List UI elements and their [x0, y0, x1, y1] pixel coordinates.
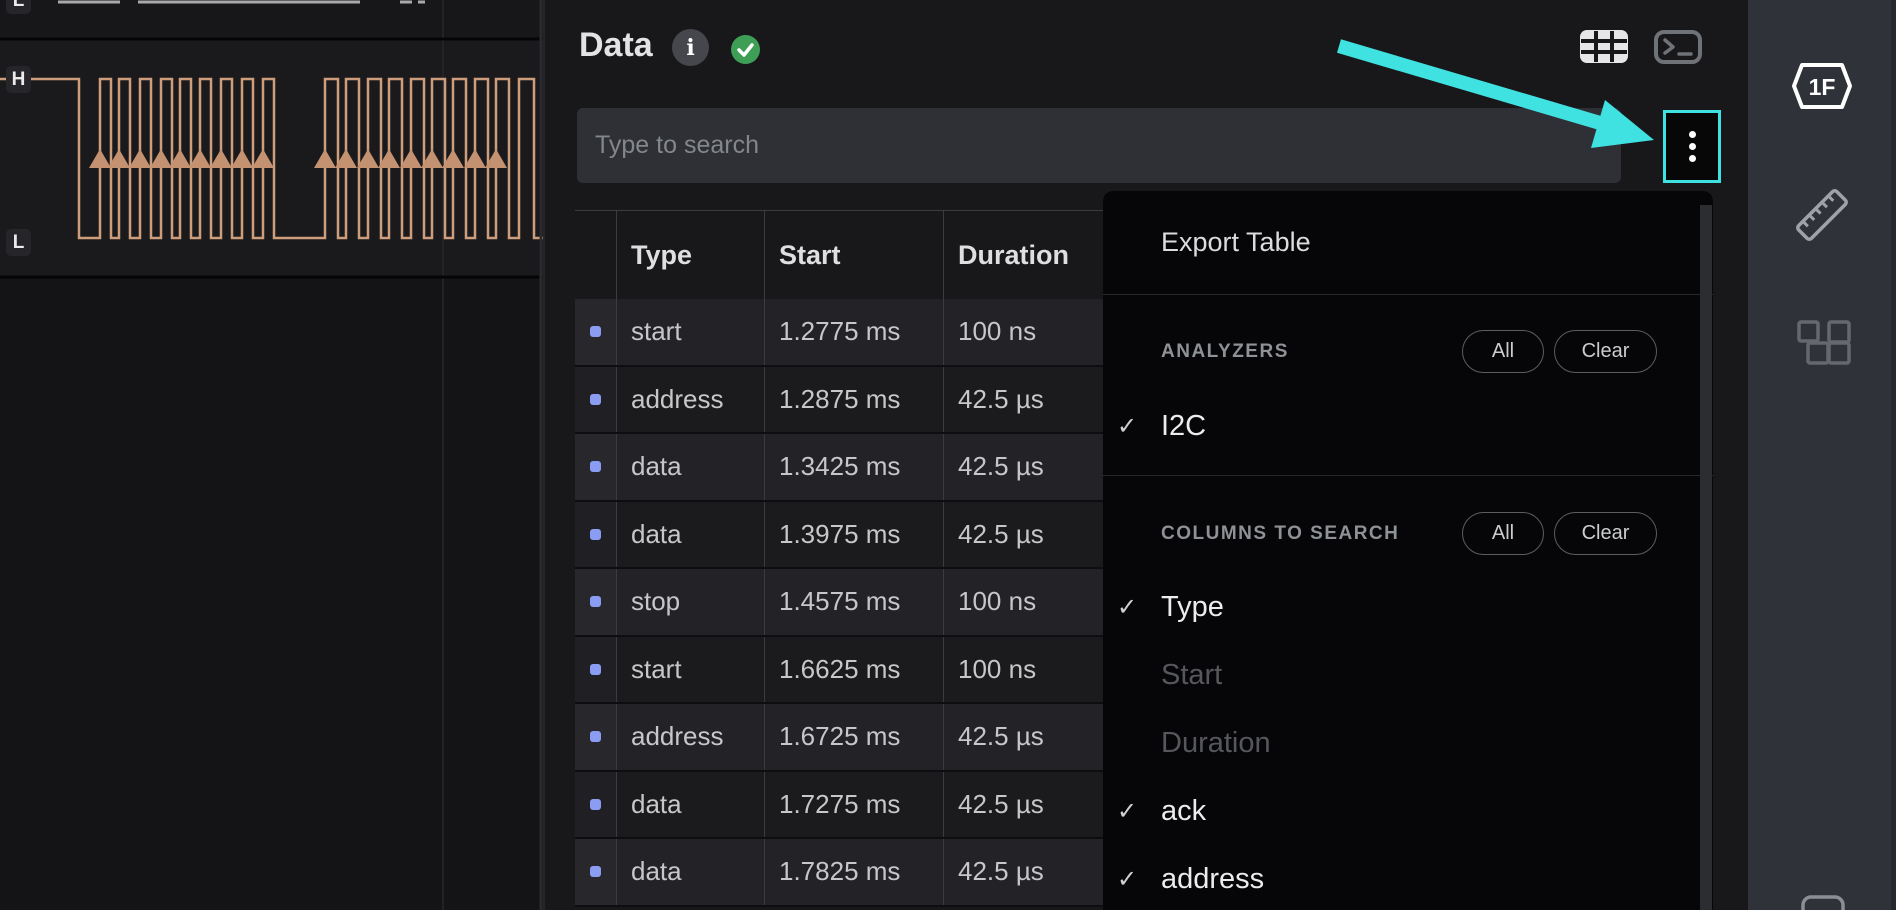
menu-item-label: Duration — [1161, 727, 1271, 760]
menu-checkbox-item[interactable]: ✓ ack — [1103, 777, 1699, 845]
columns-clear-button[interactable]: Clear — [1554, 512, 1657, 555]
menu-checkbox-item[interactable]: Duration — [1103, 709, 1699, 777]
address-badge-icon[interactable]: 1F — [1794, 65, 1850, 107]
menu-checkbox-item[interactable]: Start — [1103, 641, 1699, 709]
layouts-blocks-icon[interactable] — [1799, 322, 1849, 363]
export-table-menu-item[interactable]: Export Table — [1103, 191, 1713, 294]
columns-items: ✓ Type Start Duration ✓ ack ✓ address — [1103, 573, 1699, 910]
analyzers-all-button[interactable]: All — [1462, 330, 1544, 373]
analyzers-section-header: ANALYZERS All Clear — [1103, 330, 1713, 373]
menu-item-label: I2C — [1161, 410, 1206, 443]
measure-ruler-icon[interactable] — [1797, 190, 1848, 241]
table-options-menu: Export Table ANALYZERS All Clear ✓ I2C C… — [1103, 191, 1713, 910]
analyzers-items: ✓ I2C — [1103, 392, 1699, 460]
hex-badge-label: 1F — [1809, 74, 1836, 100]
analyzers-section-title: ANALYZERS — [1161, 341, 1289, 363]
menu-divider — [1103, 475, 1713, 476]
menu-checkbox-item[interactable]: ✓ address — [1103, 845, 1699, 910]
analyzers-clear-button[interactable]: Clear — [1554, 330, 1657, 373]
capture-settings-icon[interactable] — [1803, 897, 1843, 910]
menu-checkbox-item[interactable]: ✓ I2C — [1103, 392, 1699, 460]
checkmark-icon: ✓ — [1103, 412, 1161, 441]
columns-section-header: COLUMNS TO SEARCH All Clear — [1103, 512, 1713, 555]
menu-item-label: ack — [1161, 795, 1206, 828]
columns-all-button[interactable]: All — [1462, 512, 1544, 555]
checkmark-icon: ✓ — [1103, 865, 1161, 894]
menu-item-label: address — [1161, 863, 1264, 896]
checkmark-icon: ✓ — [1103, 797, 1161, 826]
menu-checkbox-item[interactable]: ✓ Type — [1103, 573, 1699, 641]
app-window: L H L Data i — [0, 0, 1896, 910]
menu-divider — [1103, 294, 1713, 295]
checkmark-icon: ✓ — [1103, 593, 1161, 622]
columns-section-title: COLUMNS TO SEARCH — [1161, 523, 1399, 545]
menu-item-label: Start — [1161, 659, 1222, 692]
right-sidebar: 1F — [1748, 0, 1896, 910]
menu-scrollbar[interactable] — [1700, 205, 1712, 910]
menu-item-label: Type — [1161, 591, 1224, 624]
